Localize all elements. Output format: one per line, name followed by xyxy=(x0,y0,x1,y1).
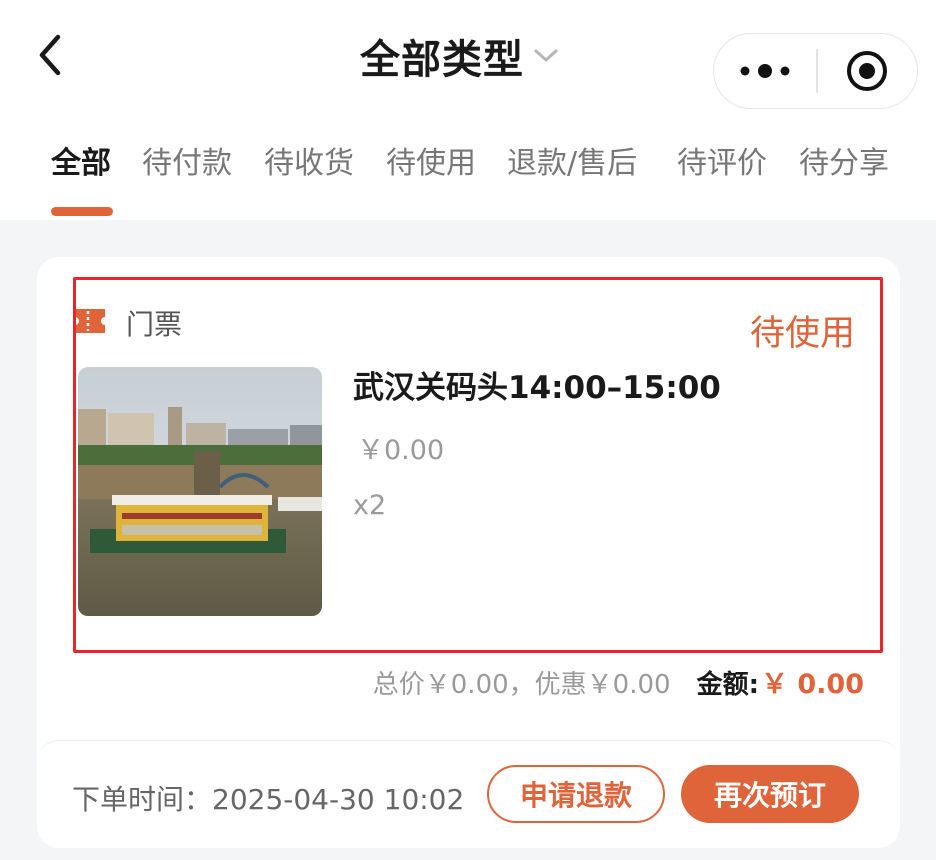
tab-pending-use[interactable]: 待使用 xyxy=(386,138,476,182)
mini-program-capsule xyxy=(713,33,918,109)
page-title: 全部类型 xyxy=(360,37,524,83)
tab-pending-receipt[interactable]: 待收货 xyxy=(264,138,354,182)
order-time: 下单时间：2025-04-30 10:02 xyxy=(72,783,465,816)
order-tabs: 全部 待付款 待收货 待使用 退款/售后 待评价 待分享 xyxy=(0,138,936,188)
tab-refund-aftersale[interactable]: 退款/售后 xyxy=(507,138,637,182)
highlight-box xyxy=(73,277,883,653)
close-button[interactable] xyxy=(818,34,918,108)
chevron-left-icon xyxy=(39,34,61,76)
amount-value: ￥ 0.00 xyxy=(760,669,864,700)
tab-pending-payment[interactable]: 待付款 xyxy=(142,138,232,182)
rebook-button[interactable]: 再次预订 xyxy=(681,765,859,823)
tab-pending-review[interactable]: 待评价 xyxy=(677,138,767,182)
tab-pending-share[interactable]: 待分享 xyxy=(799,138,889,182)
more-dots-icon xyxy=(740,64,790,78)
type-selector[interactable]: 全部类型 xyxy=(360,28,560,84)
active-tab-indicator xyxy=(51,207,113,216)
price-summary: 总价￥0.00，优惠￥0.00 金额: ￥ 0.00 xyxy=(373,662,864,701)
total-text: 总价￥0.00，优惠￥0.00 xyxy=(372,670,671,700)
more-button[interactable] xyxy=(714,34,816,108)
tab-all[interactable]: 全部 xyxy=(51,138,111,182)
chevron-down-icon xyxy=(532,42,560,70)
request-refund-button[interactable]: 申请退款 xyxy=(487,765,665,823)
back-button[interactable] xyxy=(30,30,70,80)
amount-label: 金额: xyxy=(696,670,759,700)
target-close-icon xyxy=(847,51,888,91)
